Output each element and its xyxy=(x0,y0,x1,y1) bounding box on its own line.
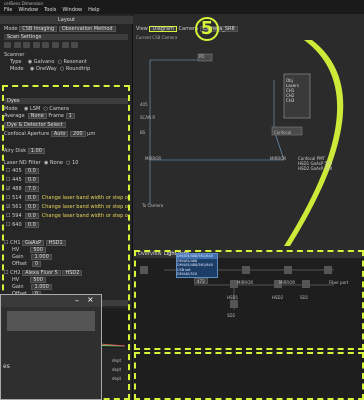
toolbar-row xyxy=(4,42,79,48)
dept-item-3: dept xyxy=(112,376,122,381)
highlight-light-path xyxy=(134,250,364,350)
dept-item-2: dept xyxy=(112,367,122,372)
popup-window: – × es xyxy=(0,294,102,400)
line-icon[interactable] xyxy=(32,42,40,48)
window-title: cellSens Dimension xyxy=(4,1,44,6)
scan-icon[interactable] xyxy=(4,42,11,48)
settings-icon[interactable] xyxy=(71,42,79,48)
resonant-label: Resonant xyxy=(63,59,87,65)
mode-label: Mode xyxy=(4,26,18,32)
dept-item-1: dept xyxy=(112,358,122,363)
bs-label: BS xyxy=(140,130,146,135)
pd-label: PD xyxy=(199,54,205,59)
annotation-arrow xyxy=(284,40,344,246)
to-camera-label: To Camera xyxy=(142,203,164,208)
hsd-label-group: Confocal PMT HSD1 GaAsP 500 HSD2 GaAsP 5… xyxy=(298,156,332,171)
mode-select[interactable]: CSB Imaging xyxy=(19,26,58,32)
close-button[interactable]: × xyxy=(87,295,94,304)
menu-tools[interactable]: Tools xyxy=(44,7,56,13)
menu-file[interactable]: File xyxy=(4,7,12,13)
mode-row: Mode CSB Imaging Observation Method xyxy=(4,26,116,32)
highlight-lower-right xyxy=(134,352,364,400)
menu-help[interactable]: Help xyxy=(88,7,99,13)
crosshair-icon[interactable] xyxy=(51,42,59,48)
grid-icon[interactable] xyxy=(61,42,69,48)
oneway-label: OneWay xyxy=(35,66,57,72)
optical-diagram xyxy=(149,40,344,246)
menu-window-2[interactable]: Window xyxy=(62,7,82,13)
scanner-type-row: Type ◉ Galvano ○ Resonant xyxy=(10,59,87,65)
scanner-type-label: Type xyxy=(10,59,22,65)
menubar: cellSens Dimension File Window Tools Win… xyxy=(0,0,364,14)
galvano-label: Galvano xyxy=(33,59,55,65)
zoom-icon[interactable] xyxy=(13,42,21,48)
confocal-label: Confocal xyxy=(274,130,292,135)
detector-ch3: CH3 xyxy=(286,98,295,103)
scan-r-label: SCAN R xyxy=(140,115,156,120)
scanner-mode-row: Mode ◉ OneWay ○ Roundtrip xyxy=(10,66,90,72)
rect-icon[interactable] xyxy=(23,42,31,48)
mirror2-label: MIRROR xyxy=(270,156,287,161)
view-label: View xyxy=(136,26,148,32)
point-icon[interactable] xyxy=(42,42,50,48)
callout-number: 5 xyxy=(195,17,219,41)
popup-content xyxy=(7,311,95,331)
menu-list: File Window Tools Window Help xyxy=(4,7,100,13)
menu-window[interactable]: Window xyxy=(18,7,38,13)
mirror1-label: MIRROR xyxy=(145,156,162,161)
observation-select[interactable]: Observation Method xyxy=(58,26,116,32)
graph-header: View Diagram Camera Camera_SR8 xyxy=(136,26,238,32)
detector-box-labels: Obj Lasers CH1 CH2 CH3 xyxy=(286,78,299,103)
view-select[interactable]: Diagram xyxy=(149,26,177,32)
roundtrip-label: Roundtrip xyxy=(65,66,91,72)
popup-titlebar: – × xyxy=(1,295,101,307)
dept-list: dept dept dept xyxy=(112,356,121,383)
hsd2-label: HSD2 GaAsP 500 xyxy=(298,166,333,171)
scanner-mode-label: Mode xyxy=(10,66,24,72)
wl-405-label: 405 xyxy=(140,102,148,107)
minimize-button[interactable]: – xyxy=(75,296,79,305)
popup-side-text: es xyxy=(3,363,10,370)
scanner-title: Scanner xyxy=(4,52,25,58)
